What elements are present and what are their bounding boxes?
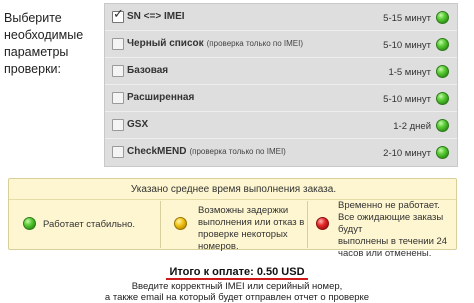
option-row-extended[interactable]: Расширенная 5-10 минут <box>105 85 457 112</box>
legend-heading: Указано среднее время выполнения заказа. <box>130 184 337 195</box>
option-row-gsx[interactable]: GSX 1-2 дней <box>105 112 457 139</box>
legend-line: Временно не работает. <box>338 200 440 211</box>
checkbox-blacklist[interactable] <box>112 38 124 50</box>
option-name: SN <=> IMEI <box>127 11 185 22</box>
legend-item-down: Временно не работает. Все ожидающие зака… <box>308 200 456 259</box>
legend-line: часов или отменены. <box>338 248 432 259</box>
status-green-icon <box>436 65 449 78</box>
option-name: GSX <box>127 119 149 130</box>
checkbox-sn-imei[interactable]: ✓ <box>112 7 124 23</box>
option-row-sn-imei[interactable]: ✓ SN <=> IMEI 5-15 минут <box>105 4 457 31</box>
legend-text: Возможны задержки выполнения или отказ в… <box>198 205 307 253</box>
option-time: 5-15 минут <box>383 13 431 24</box>
status-green-icon <box>436 119 449 132</box>
checkbox-basic[interactable] <box>112 65 124 77</box>
legend-line: проверке некоторых номеров. <box>198 229 288 252</box>
option-time: 2-10 минут <box>383 148 431 159</box>
legend-line: выполнения или отказ в <box>198 217 305 228</box>
status-green-icon <box>436 92 449 105</box>
legend-line: выполнены в течении 24 <box>338 236 448 247</box>
status-green-icon <box>436 146 449 159</box>
legend-item-stable: Работает стабильно. <box>9 200 159 249</box>
legend-text: Работает стабильно. <box>43 219 135 230</box>
option-name-wrap: Черный список (проверка только по IMEI) <box>127 38 303 49</box>
legend-line: Возможны задержки <box>198 205 289 216</box>
check-icon: ✓ <box>113 7 124 22</box>
option-time: 1-5 минут <box>388 67 431 78</box>
option-name: Базовая <box>127 65 169 76</box>
legend-text: Временно не работает. Все ожидающие зака… <box>338 200 456 260</box>
option-name: Черный список <box>127 38 204 49</box>
option-note: (проверка только по IMEI) <box>206 39 303 48</box>
checkbox-gsx[interactable] <box>112 119 124 131</box>
check-options-panel: ✓ SN <=> IMEI 5-15 минут Черный список (п… <box>104 3 458 167</box>
status-yellow-icon <box>174 217 187 230</box>
status-green-icon <box>23 217 36 230</box>
option-row-basic[interactable]: Базовая 1-5 минут <box>105 58 457 85</box>
option-time: 5-10 минут <box>383 40 431 51</box>
checkbox-checkmend[interactable] <box>112 146 124 158</box>
status-red-icon <box>316 217 329 230</box>
status-legend: Указано среднее время выполнения заказа.… <box>8 178 457 259</box>
option-time: 1-2 дней <box>393 121 431 132</box>
hint-line-2: а также email на который будет отправлен… <box>104 292 370 303</box>
status-green-icon <box>436 11 449 24</box>
legend-item-delays: Возможны задержки выполнения или отказ в… <box>161 200 307 252</box>
total-to-pay: Итого к оплате: 0.50 USD <box>169 266 305 278</box>
option-note: (проверка только по IMEI) <box>189 147 286 156</box>
option-name-wrap: CheckMEND (проверка только по IMEI) <box>127 146 286 157</box>
form-label: Выберите необходимые параметры проверки: <box>4 11 84 76</box>
total-underline <box>166 278 308 280</box>
option-row-blacklist[interactable]: Черный список (проверка только по IMEI) 5… <box>105 31 457 58</box>
checkbox-extended[interactable] <box>112 92 124 104</box>
status-green-icon <box>436 38 449 51</box>
option-name: Расширенная <box>127 92 195 103</box>
option-name: CheckMEND <box>127 146 187 157</box>
hint-line-1: Введите корректный IMEI или серийный ном… <box>131 281 343 292</box>
option-time: 5-10 минут <box>383 94 431 105</box>
option-row-checkmend[interactable]: CheckMEND (проверка только по IMEI) 2-10 … <box>105 139 457 166</box>
legend-line: Все ожидающие заказы будут <box>338 212 444 235</box>
